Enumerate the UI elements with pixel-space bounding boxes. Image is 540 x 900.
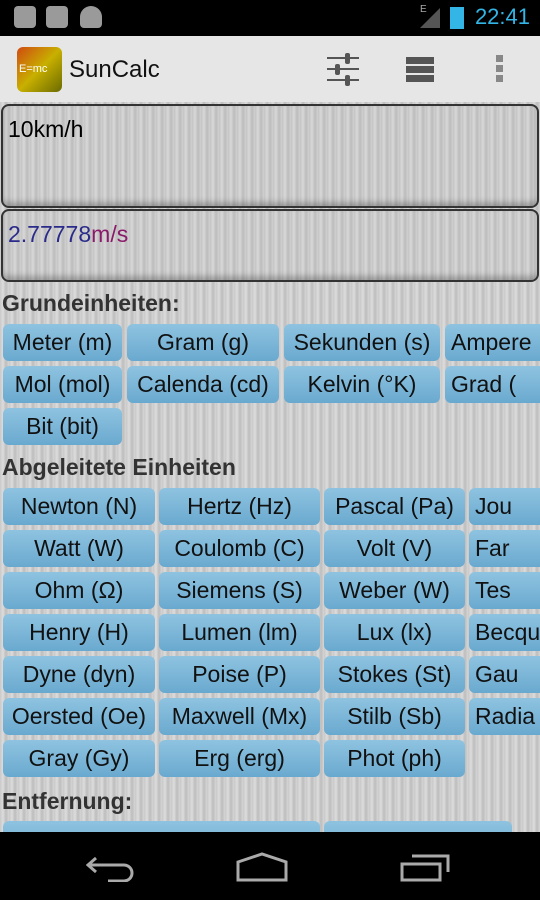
input-field[interactable]: 10km/h — [1, 104, 539, 208]
result-unit-m: m — [91, 221, 111, 247]
unit-button[interactable]: Gau — [469, 656, 540, 693]
battery-icon — [450, 7, 464, 29]
unit-button[interactable] — [324, 821, 512, 832]
unit-button[interactable]: Sekunden (s) — [284, 324, 440, 361]
shield-icon — [14, 6, 36, 28]
unit-button[interactable]: Kelvin (°K) — [284, 366, 440, 403]
unit-button[interactable]: Siemens (S) — [159, 572, 320, 609]
home-icon[interactable] — [236, 852, 288, 882]
overflow-menu-icon[interactable] — [482, 52, 518, 86]
status-bar: E 22:41 — [0, 0, 540, 36]
unit-button[interactable]: Stokes (St) — [324, 656, 465, 693]
unit-button[interactable]: Poise (P) — [159, 656, 320, 693]
unit-button[interactable]: Grad ( — [445, 366, 540, 403]
result-field: 2.77778m/s — [1, 209, 539, 282]
section-title: Entfernung: — [2, 788, 133, 814]
unit-button[interactable]: Jou — [469, 488, 540, 525]
list-icon[interactable] — [404, 52, 440, 86]
unit-button[interactable]: Phot (ph) — [324, 740, 465, 777]
unit-button[interactable]: Pascal (Pa) — [324, 488, 465, 525]
unit-button[interactable]: Meter (m) — [3, 324, 122, 361]
wifi-icon — [46, 6, 68, 28]
input-value: 10km/h — [8, 116, 84, 142]
action-bar: E=mc SunCalc — [0, 36, 540, 102]
unit-button[interactable]: Hertz (Hz) — [159, 488, 320, 525]
app-title: SunCalc — [69, 56, 160, 83]
unit-button[interactable]: Lumen (lm) — [159, 614, 320, 651]
result-number: 2.77778 — [8, 221, 92, 247]
unit-button[interactable]: Watt (W) — [3, 530, 155, 567]
unit-button[interactable]: Gram (g) — [127, 324, 279, 361]
unit-button[interactable]: Newton (N) — [3, 488, 155, 525]
android-icon — [80, 6, 102, 28]
unit-button[interactable]: Henry (H) — [3, 614, 155, 651]
unit-button[interactable]: Stilb (Sb) — [324, 698, 465, 735]
unit-button[interactable]: Dyne (dyn) — [3, 656, 155, 693]
unit-button[interactable]: Becqu — [469, 614, 540, 651]
unit-button[interactable]: Lux (lx) — [324, 614, 465, 651]
unit-button[interactable]: Ampere — [445, 324, 540, 361]
unit-button[interactable]: Calenda (cd) — [127, 366, 279, 403]
unit-button[interactable]: Tes — [469, 572, 540, 609]
unit-button[interactable]: Ohm (Ω) — [3, 572, 155, 609]
unit-button[interactable]: Far — [469, 530, 540, 567]
unit-button[interactable]: Maxwell (Mx) — [159, 698, 320, 735]
back-icon[interactable] — [86, 852, 138, 882]
signal-icon — [420, 8, 440, 28]
settings-sliders-icon[interactable] — [325, 52, 361, 86]
unit-button[interactable]: Volt (V) — [324, 530, 465, 567]
app-logo[interactable]: E=mc — [17, 47, 62, 92]
content: 10km/h 2.77778m/s Grundeinheiten: Abgele… — [0, 102, 540, 832]
unit-button[interactable]: Erg (erg) — [159, 740, 320, 777]
recent-apps-icon[interactable] — [400, 852, 452, 882]
clock: 22:41 — [474, 4, 530, 29]
unit-button[interactable]: Coulomb (C) — [159, 530, 320, 567]
unit-button[interactable]: Radia — [469, 698, 540, 735]
section-title: Abgeleitete Einheiten — [2, 454, 236, 480]
unit-button[interactable] — [3, 821, 320, 832]
unit-button[interactable]: Bit (bit) — [3, 408, 122, 445]
unit-button[interactable]: Mol (mol) — [3, 366, 122, 403]
unit-button[interactable]: Weber (W) — [324, 572, 465, 609]
navigation-bar — [0, 832, 540, 900]
section-title: Grundeinheiten: — [2, 290, 180, 316]
result-unit-rest: /s — [110, 221, 129, 247]
unit-button[interactable]: Oersted (Oe) — [3, 698, 155, 735]
unit-button[interactable]: Gray (Gy) — [3, 740, 155, 777]
logo-text: E=mc — [19, 63, 48, 75]
